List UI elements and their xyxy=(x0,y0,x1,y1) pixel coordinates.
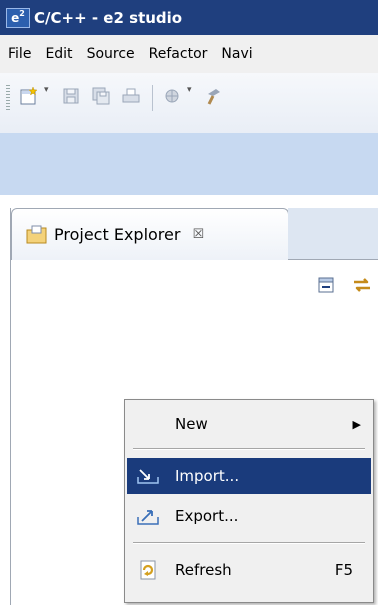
collapse-all-icon[interactable] xyxy=(314,274,338,296)
title-bar[interactable]: e2 C/C++ - e2 studio xyxy=(0,0,378,35)
import-label: Import... xyxy=(175,467,240,485)
menu-source[interactable]: Source xyxy=(79,46,141,62)
context-menu-export[interactable]: Export... xyxy=(127,498,371,534)
app-icon-letter: e xyxy=(11,10,20,25)
context-menu: New ▶ Import... Export... Refresh F5 xyxy=(124,399,374,603)
context-menu-refresh[interactable]: Refresh F5 xyxy=(127,552,371,588)
build-icon[interactable] xyxy=(203,85,225,107)
refresh-label: Refresh xyxy=(175,561,232,579)
new-wizard-icon[interactable] xyxy=(18,85,40,107)
new-label: New xyxy=(175,415,208,433)
tab-strip xyxy=(288,208,378,260)
main-toolbar: ▾ ▾ xyxy=(0,73,378,133)
save-all-icon[interactable] xyxy=(90,85,112,107)
refresh-shortcut: F5 xyxy=(334,561,353,579)
export-icon xyxy=(135,505,161,527)
menu-refactor[interactable]: Refactor xyxy=(141,46,214,62)
new-dropdown-arrow-icon[interactable]: ▾ xyxy=(44,85,52,95)
app-icon-superscript: 2 xyxy=(19,8,25,18)
window-title: C/C++ - e2 studio xyxy=(34,8,183,27)
perspective-band xyxy=(0,133,378,195)
context-menu-new[interactable]: New ▶ xyxy=(127,406,371,442)
menu-bar: File Edit Source Refactor Navi xyxy=(0,35,378,73)
menu-separator xyxy=(133,448,365,450)
submenu-arrow-icon: ▶ xyxy=(352,417,361,431)
view-title: Project Explorer xyxy=(54,225,181,244)
close-icon[interactable]: ☒ xyxy=(192,227,204,242)
toolbar-separator xyxy=(152,85,153,111)
project-explorer-tab[interactable]: Project Explorer ☒ xyxy=(11,208,289,260)
menu-navigate[interactable]: Navi xyxy=(213,46,258,62)
export-label: Export... xyxy=(175,507,239,525)
menu-separator xyxy=(133,542,365,544)
print-icon[interactable] xyxy=(120,85,142,107)
view-toolbar xyxy=(302,274,374,296)
refresh-icon xyxy=(135,559,161,581)
menu-edit[interactable]: Edit xyxy=(37,46,78,62)
project-explorer-icon xyxy=(26,225,47,243)
menu-file[interactable]: File xyxy=(0,46,37,62)
debug-dropdown-arrow-icon[interactable]: ▾ xyxy=(187,85,195,95)
app-icon: e2 xyxy=(6,7,30,28)
debug-icon[interactable] xyxy=(161,85,183,107)
link-with-editor-icon[interactable] xyxy=(350,274,374,296)
context-menu-import[interactable]: Import... xyxy=(127,458,371,494)
toolbar-grip[interactable] xyxy=(6,85,10,111)
import-icon xyxy=(135,465,161,487)
save-icon[interactable] xyxy=(60,85,82,107)
